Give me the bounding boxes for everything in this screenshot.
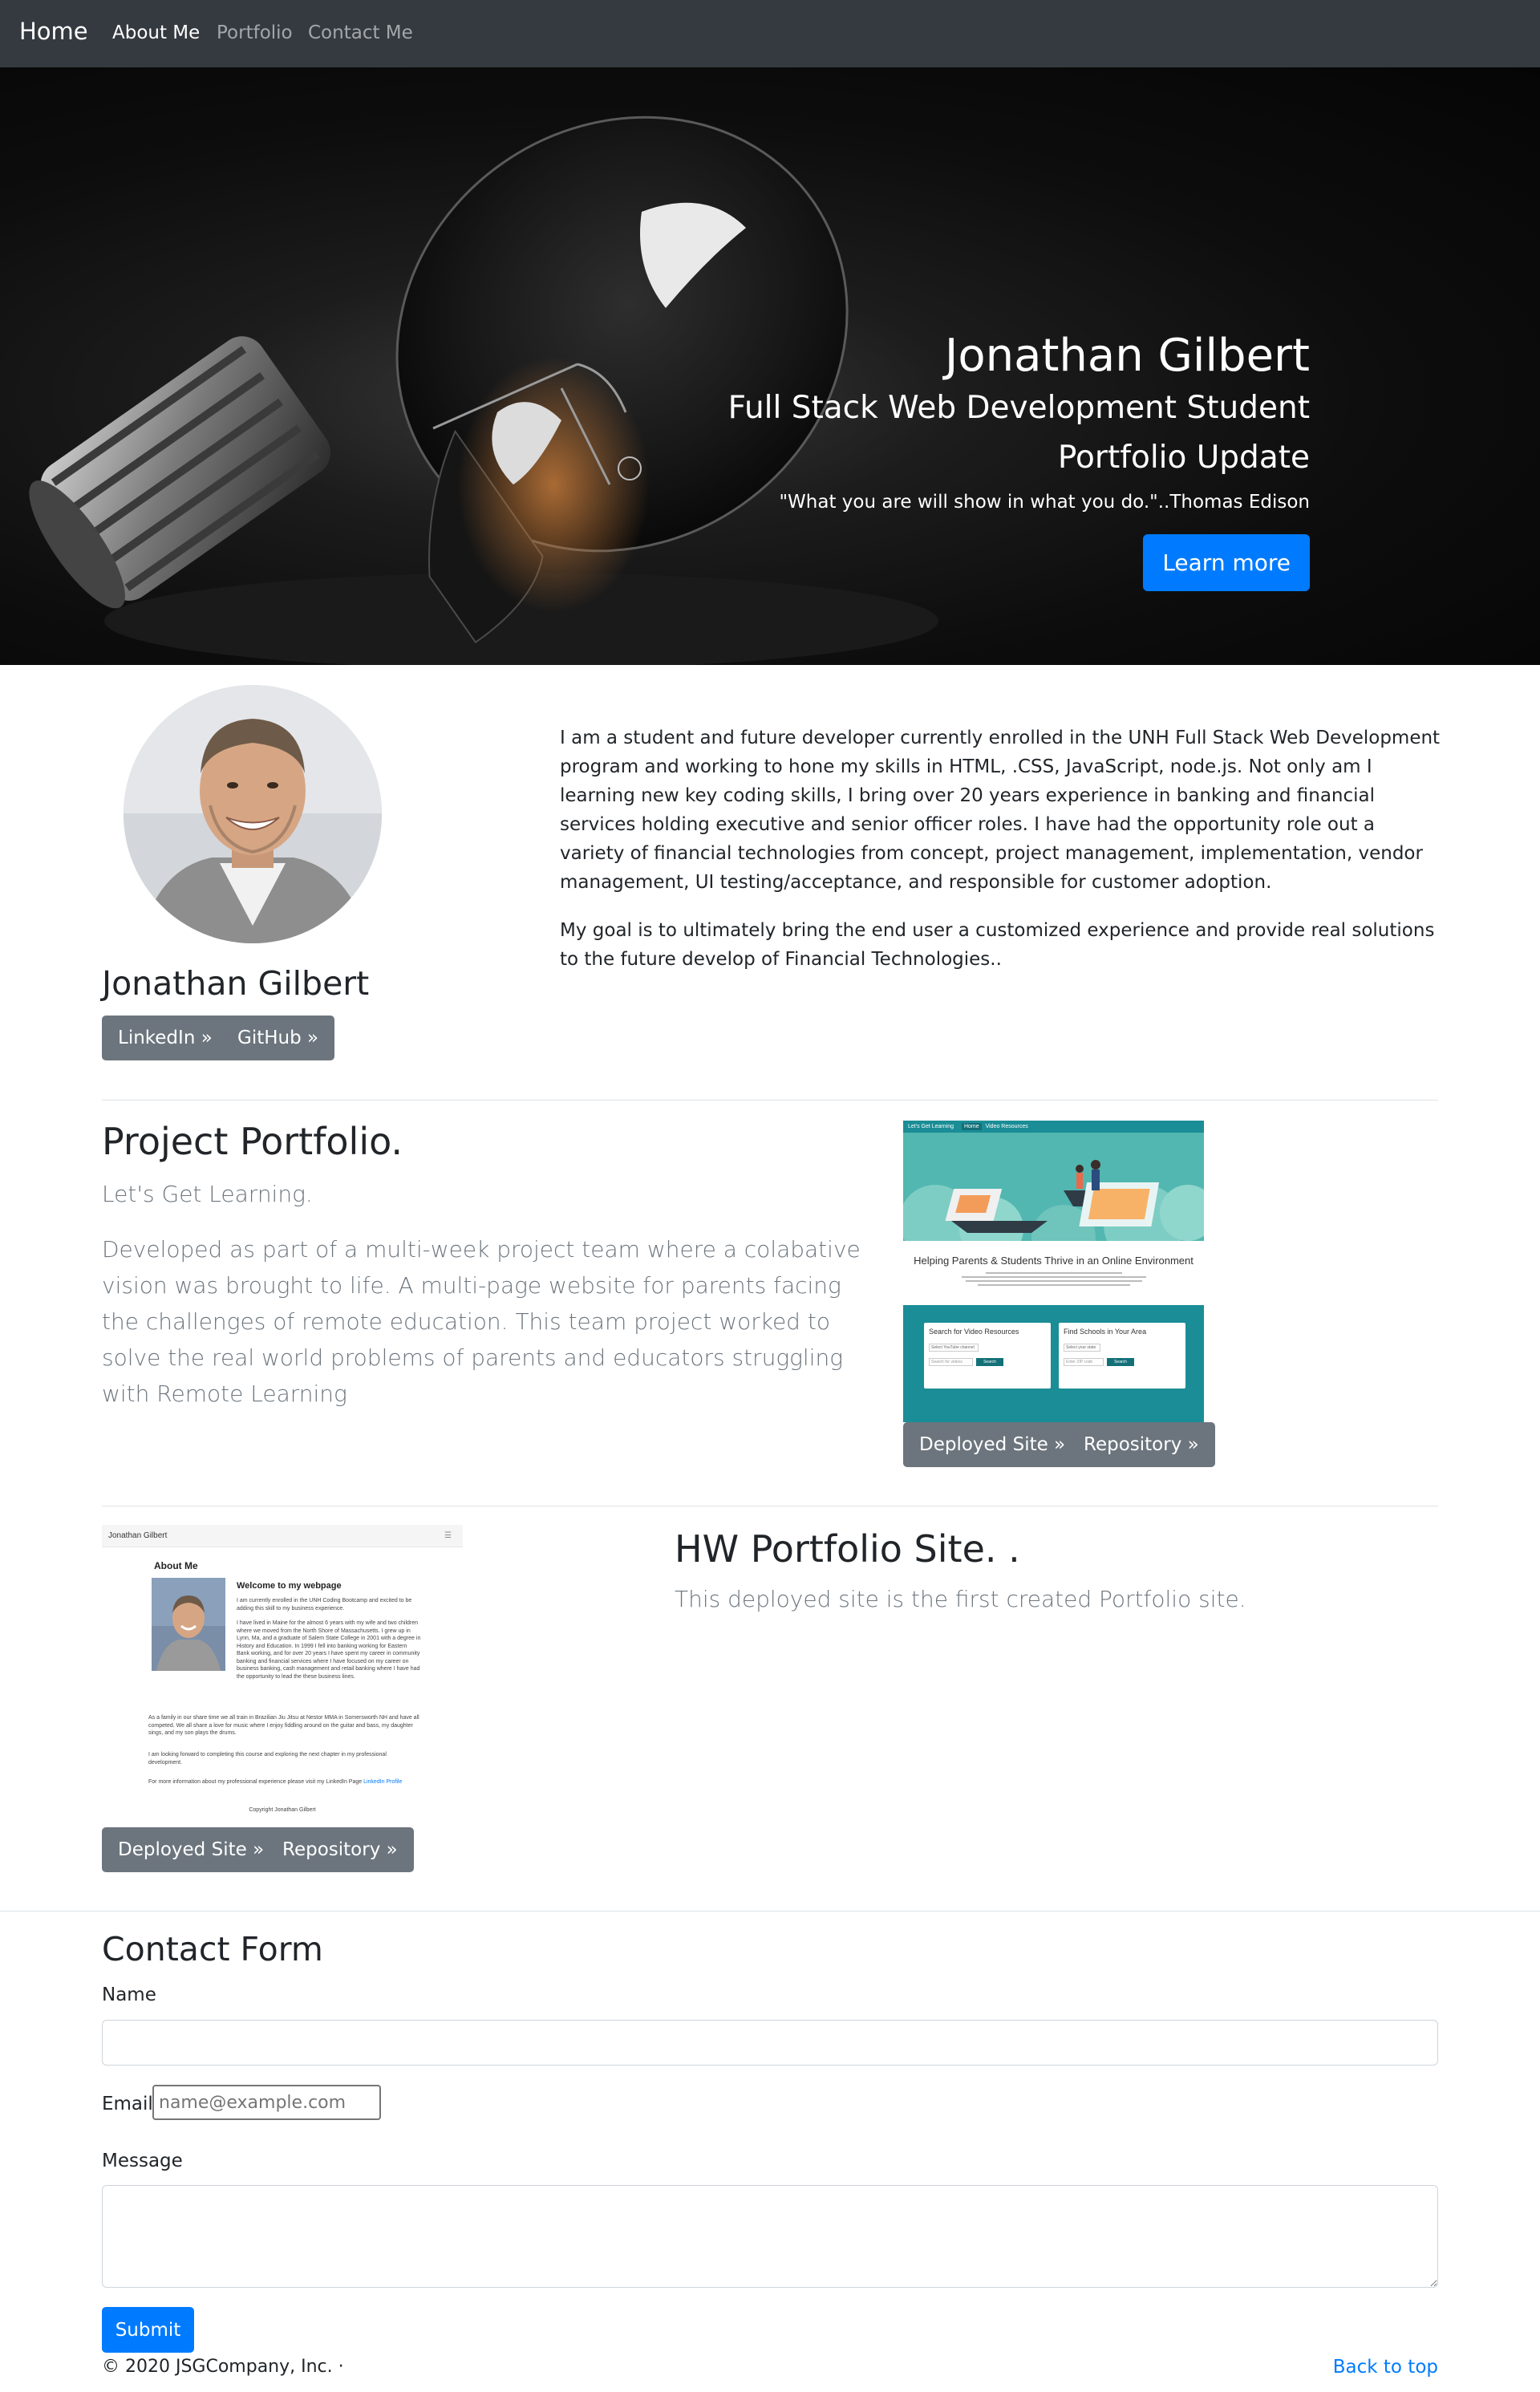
shot1-card2-button: Search bbox=[1107, 1358, 1134, 1366]
about-name: Jonathan Gilbert bbox=[102, 964, 370, 1003]
shot1-card2-input: Enter ZIP code bbox=[1064, 1358, 1104, 1366]
shot2-copyright: Copyright Jonathan Gilbert bbox=[249, 1807, 316, 1813]
back-to-top-link[interactable]: Back to top bbox=[1333, 2357, 1438, 2378]
shot2-paragraph-5: For more information about my profession… bbox=[148, 1778, 437, 1786]
shot1-card1-button: Search bbox=[976, 1358, 1003, 1366]
avatar bbox=[124, 685, 382, 943]
shot2-section-title: About Me bbox=[154, 1560, 198, 1571]
shot1-card1-select: Select YouTube channel bbox=[929, 1344, 979, 1352]
project2-screenshot[interactable]: Jonathan Gilbert ☰ About Me Welcome to m… bbox=[102, 1525, 463, 1826]
shot1-card2-title: Find Schools in Your Area bbox=[1064, 1328, 1147, 1336]
contact-title: Contact Form bbox=[102, 1930, 323, 1968]
hero-caption: Jonathan Gilbert Full Stack Web Developm… bbox=[728, 329, 1310, 591]
hero-quote: "What you are will show in what you do."… bbox=[779, 492, 1310, 513]
shot1-hero-illustration bbox=[903, 1133, 1204, 1241]
hero-title: Jonathan Gilbert bbox=[944, 330, 1310, 382]
shot2-paragraph-2: I have lived in Maine for the almost 6 y… bbox=[237, 1620, 421, 1680]
shot1-card-schools: Find Schools in Your Area Select your st… bbox=[1059, 1323, 1185, 1389]
message-field[interactable] bbox=[102, 2185, 1438, 2288]
project2-repo-button[interactable]: Repository » bbox=[266, 1827, 414, 1872]
submit-button[interactable]: Submit bbox=[102, 2307, 194, 2353]
nav-link-contact[interactable]: Contact Me bbox=[308, 22, 413, 43]
project1-description: Developed as part of a multi-week projec… bbox=[102, 1236, 861, 1407]
navbar: Home About Me Portfolio Contact Me bbox=[0, 0, 1540, 67]
shot1-card1-title: Search for Video Resources bbox=[929, 1328, 1019, 1336]
shot1-card1-input: Search for videos bbox=[929, 1358, 973, 1366]
shot2-paragraph-5-text: For more information about my profession… bbox=[148, 1779, 363, 1785]
project2-title: HW Portfolio Site. . bbox=[675, 1527, 1020, 1571]
shot2-linkedin-link: LinkedIn Profile bbox=[363, 1779, 403, 1785]
hero-banner: Jonathan Gilbert Full Stack Web Developm… bbox=[0, 67, 1540, 665]
github-button[interactable]: GitHub » bbox=[221, 1016, 335, 1060]
name-field[interactable] bbox=[102, 2020, 1438, 2066]
project1-title: Project Portfolio. bbox=[102, 1120, 403, 1163]
shot1-nav-videos: Video Resources bbox=[985, 1124, 1028, 1129]
shot2-paragraph-4: I am looking forward to completing this … bbox=[148, 1752, 387, 1766]
hero-subtitle: Full Stack Web Development Student bbox=[727, 390, 1310, 426]
project1-subtitle: Let's Get Learning. bbox=[102, 1181, 313, 1207]
nav-brand-home[interactable]: Home bbox=[19, 18, 88, 45]
shot1-brand: Let's Get Learning bbox=[908, 1124, 954, 1129]
divider bbox=[102, 1100, 1438, 1101]
shot2-heading: Welcome to my webpage bbox=[237, 1581, 342, 1591]
shot2-navbar: Jonathan Gilbert ☰ bbox=[102, 1525, 463, 1547]
message-label: Message bbox=[102, 2151, 183, 2171]
project1-deployed-button[interactable]: Deployed Site » bbox=[903, 1422, 1082, 1467]
shot1-navbar: Let's Get Learning Home Video Resources bbox=[903, 1121, 1204, 1133]
learn-more-button[interactable]: Learn more bbox=[1143, 534, 1310, 591]
project1-screenshot[interactable]: Let's Get Learning Home Video Resources … bbox=[903, 1121, 1204, 1422]
shot1-cards-section: Search for Video Resources Select YouTub… bbox=[903, 1305, 1204, 1422]
shot2-paragraph-3: As a family in our share time we all tra… bbox=[148, 1715, 419, 1736]
divider bbox=[0, 1911, 1540, 1912]
shot1-text-lines bbox=[954, 1272, 1154, 1286]
shot1-card-videos: Search for Video Resources Select YouTub… bbox=[924, 1323, 1051, 1389]
shot2-profile-photo bbox=[152, 1578, 225, 1671]
shot1-nav-home: Home bbox=[961, 1123, 982, 1130]
about-paragraph-2: My goal is to ultimately bring the end u… bbox=[560, 920, 1435, 970]
footer-copyright: © 2020 JSGCompany, Inc. · bbox=[102, 2357, 344, 2377]
about-paragraph-1: I am a student and future developer curr… bbox=[560, 728, 1441, 893]
shot2-brand: Jonathan Gilbert bbox=[108, 1531, 168, 1540]
menu-icon: ☰ bbox=[444, 1531, 452, 1540]
name-label: Name bbox=[102, 1985, 156, 2005]
nav-link-about[interactable]: About Me bbox=[112, 22, 200, 43]
hero-subtitle-2: Portfolio Update bbox=[1057, 440, 1310, 476]
project2-subtitle: This deployed site is the first created … bbox=[675, 1586, 1246, 1612]
project1-repo-button[interactable]: Repository » bbox=[1068, 1422, 1215, 1467]
email-field[interactable] bbox=[152, 2085, 381, 2120]
shot1-heading: Helping Parents & Students Thrive in an … bbox=[914, 1255, 1194, 1267]
email-label: Email bbox=[102, 2094, 153, 2114]
nav-link-portfolio[interactable]: Portfolio bbox=[217, 22, 293, 43]
project2-deployed-button[interactable]: Deployed Site » bbox=[102, 1827, 281, 1872]
linkedin-button[interactable]: LinkedIn » bbox=[102, 1016, 229, 1060]
shot2-paragraph-1: I am currently enrolled in the UNH Codin… bbox=[237, 1598, 412, 1612]
shot1-card2-select: Select your state bbox=[1064, 1344, 1100, 1352]
